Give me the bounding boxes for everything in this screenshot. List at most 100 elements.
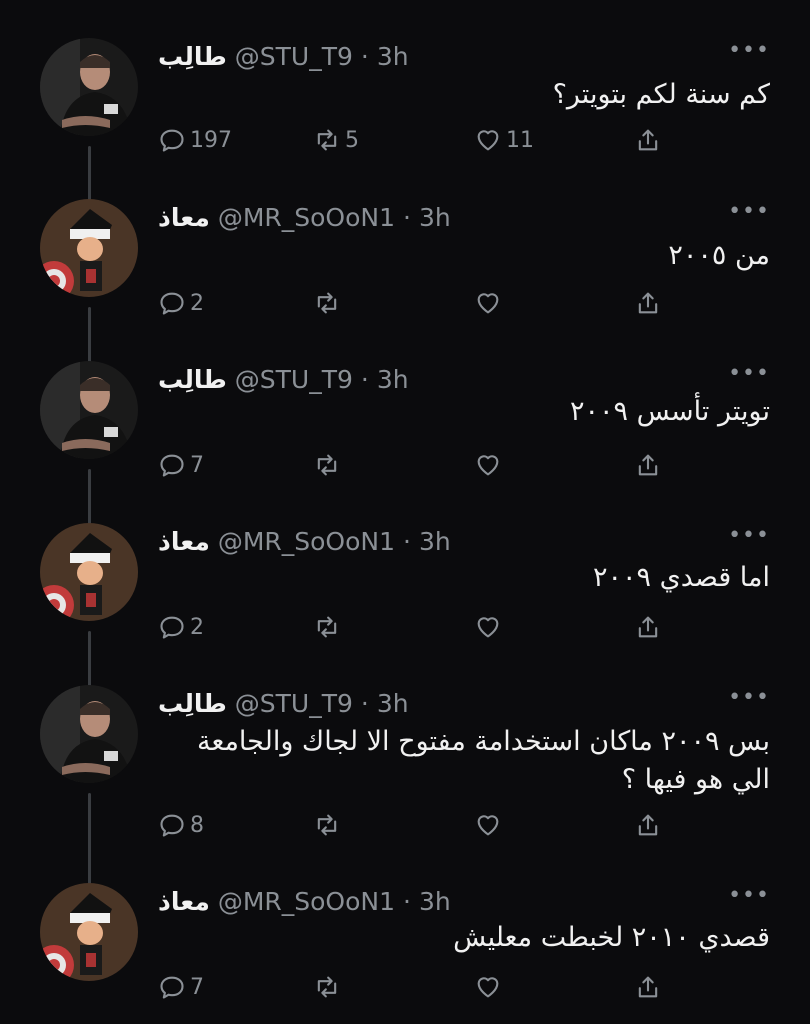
- timestamp[interactable]: 3h: [377, 365, 409, 394]
- cartoon-character-avatar: [40, 523, 138, 621]
- reply-icon: [160, 616, 184, 639]
- reply-count: 7: [190, 974, 204, 1000]
- tweet-text: اما قصدي ٢٠٠٩: [593, 562, 770, 593]
- share-button[interactable]: [634, 122, 662, 158]
- tweet-header: طالِب @STU_T9 · 3h: [158, 683, 409, 723]
- tweet-header: معاذ @MR_SoOoN1 · 3h: [158, 881, 451, 921]
- thread-line: [88, 631, 91, 691]
- tweet-header: معاذ @MR_SoOoN1 · 3h: [158, 521, 451, 561]
- more-icon[interactable]: •••: [728, 38, 770, 63]
- timestamp[interactable]: 3h: [419, 203, 451, 232]
- handle[interactable]: @MR_SoOoN1: [218, 887, 395, 916]
- display-name[interactable]: معاذ: [158, 887, 210, 916]
- like-button[interactable]: [474, 807, 506, 843]
- avatar[interactable]: [40, 361, 138, 459]
- handle[interactable]: @MR_SoOoN1: [218, 203, 395, 232]
- display-name[interactable]: طالِب: [158, 42, 227, 71]
- reply-button[interactable]: 2: [158, 285, 204, 321]
- reply-button[interactable]: 197: [158, 122, 232, 158]
- cartoon-character-avatar: [40, 883, 138, 981]
- retweet-button[interactable]: [313, 969, 345, 1005]
- tweet-actions: 7: [158, 969, 678, 1005]
- share-button[interactable]: [634, 969, 662, 1005]
- more-icon[interactable]: •••: [728, 883, 770, 908]
- timestamp[interactable]: 3h: [419, 527, 451, 556]
- retweet-icon: [317, 976, 337, 998]
- reply-button[interactable]: 8: [158, 807, 204, 843]
- thread-line: [88, 146, 91, 206]
- more-icon[interactable]: •••: [728, 523, 770, 548]
- like-button[interactable]: [474, 609, 506, 645]
- heart-icon: [477, 130, 499, 151]
- retweet-icon: [317, 616, 337, 638]
- heart-icon: [477, 977, 499, 998]
- retweet-icon: [317, 814, 337, 836]
- timestamp[interactable]: 3h: [419, 887, 451, 916]
- tweet-text: تويتر تأسس ٢٠٠٩: [570, 396, 770, 427]
- like-button[interactable]: [474, 447, 506, 483]
- display-name[interactable]: طالِب: [158, 689, 227, 718]
- like-button[interactable]: [474, 969, 506, 1005]
- tweet-header: معاذ @MR_SoOoN1 · 3h: [158, 197, 451, 237]
- more-icon[interactable]: •••: [728, 685, 770, 710]
- retweet-button[interactable]: [313, 447, 345, 483]
- tweet-actions: 2: [158, 285, 678, 321]
- handle[interactable]: @MR_SoOoN1: [218, 527, 395, 556]
- reply-button[interactable]: 7: [158, 969, 204, 1005]
- avatar[interactable]: [40, 523, 138, 621]
- avatar[interactable]: [40, 199, 138, 297]
- heart-icon: [477, 815, 499, 836]
- display-name[interactable]: طالِب: [158, 365, 227, 394]
- cartoon-character-avatar: [40, 199, 138, 297]
- tweet-header: طالِب @STU_T9 · 3h: [158, 36, 409, 76]
- separator: ·: [360, 688, 369, 718]
- more-icon[interactable]: •••: [728, 361, 770, 386]
- tweet-actions: 8: [158, 807, 678, 843]
- share-button[interactable]: [634, 447, 662, 483]
- reply-button[interactable]: 2: [158, 609, 204, 645]
- retweet-button[interactable]: [313, 285, 345, 321]
- handle[interactable]: @STU_T9: [235, 42, 353, 71]
- reply-count: 8: [190, 812, 204, 838]
- share-button[interactable]: [634, 285, 662, 321]
- reply-count: 197: [190, 127, 232, 153]
- heart-icon: [477, 293, 499, 314]
- like-count: 11: [506, 127, 534, 153]
- timestamp[interactable]: 3h: [377, 42, 409, 71]
- reply-count: 7: [190, 452, 204, 478]
- reply-count: 2: [190, 290, 204, 316]
- tweet-text: بس ٢٠٠٩ ماكان استخدامة مفتوح الا لجاك وا…: [196, 726, 770, 795]
- handle[interactable]: @STU_T9: [235, 365, 353, 394]
- retweet-icon: [317, 292, 337, 314]
- reply-button[interactable]: 7: [158, 447, 204, 483]
- avatar[interactable]: [40, 883, 138, 981]
- display-name[interactable]: معاذ: [158, 203, 210, 232]
- share-icon: [638, 292, 658, 314]
- share-icon: [638, 129, 658, 151]
- reply-thread: طالِب @STU_T9 · 3h ••• كم سنة لكم بتويتر…: [0, 0, 810, 1024]
- retweet-button[interactable]: [313, 807, 345, 843]
- separator: ·: [360, 41, 369, 71]
- like-button[interactable]: [474, 285, 506, 321]
- avatar[interactable]: [40, 685, 138, 783]
- more-icon[interactable]: •••: [728, 199, 770, 224]
- timestamp[interactable]: 3h: [377, 689, 409, 718]
- separator: ·: [403, 886, 411, 916]
- man-photo-avatar: [40, 38, 138, 136]
- handle[interactable]: @STU_T9: [235, 689, 353, 718]
- retweet-count: 5: [345, 127, 359, 153]
- tweet-text: من ٢٠٠٥: [668, 240, 770, 271]
- share-icon: [638, 814, 658, 836]
- share-button[interactable]: [634, 609, 662, 645]
- separator: ·: [403, 202, 411, 232]
- tweet-actions: 197 5 11: [158, 122, 678, 158]
- like-button[interactable]: 11: [474, 122, 534, 158]
- reply-icon: [160, 976, 184, 999]
- avatar[interactable]: [40, 38, 138, 136]
- share-button[interactable]: [634, 807, 662, 843]
- retweet-button[interactable]: [313, 609, 345, 645]
- reply-count: 2: [190, 614, 204, 640]
- retweet-button[interactable]: 5: [313, 122, 359, 158]
- thread-line: [88, 469, 91, 529]
- display-name[interactable]: معاذ: [158, 527, 210, 556]
